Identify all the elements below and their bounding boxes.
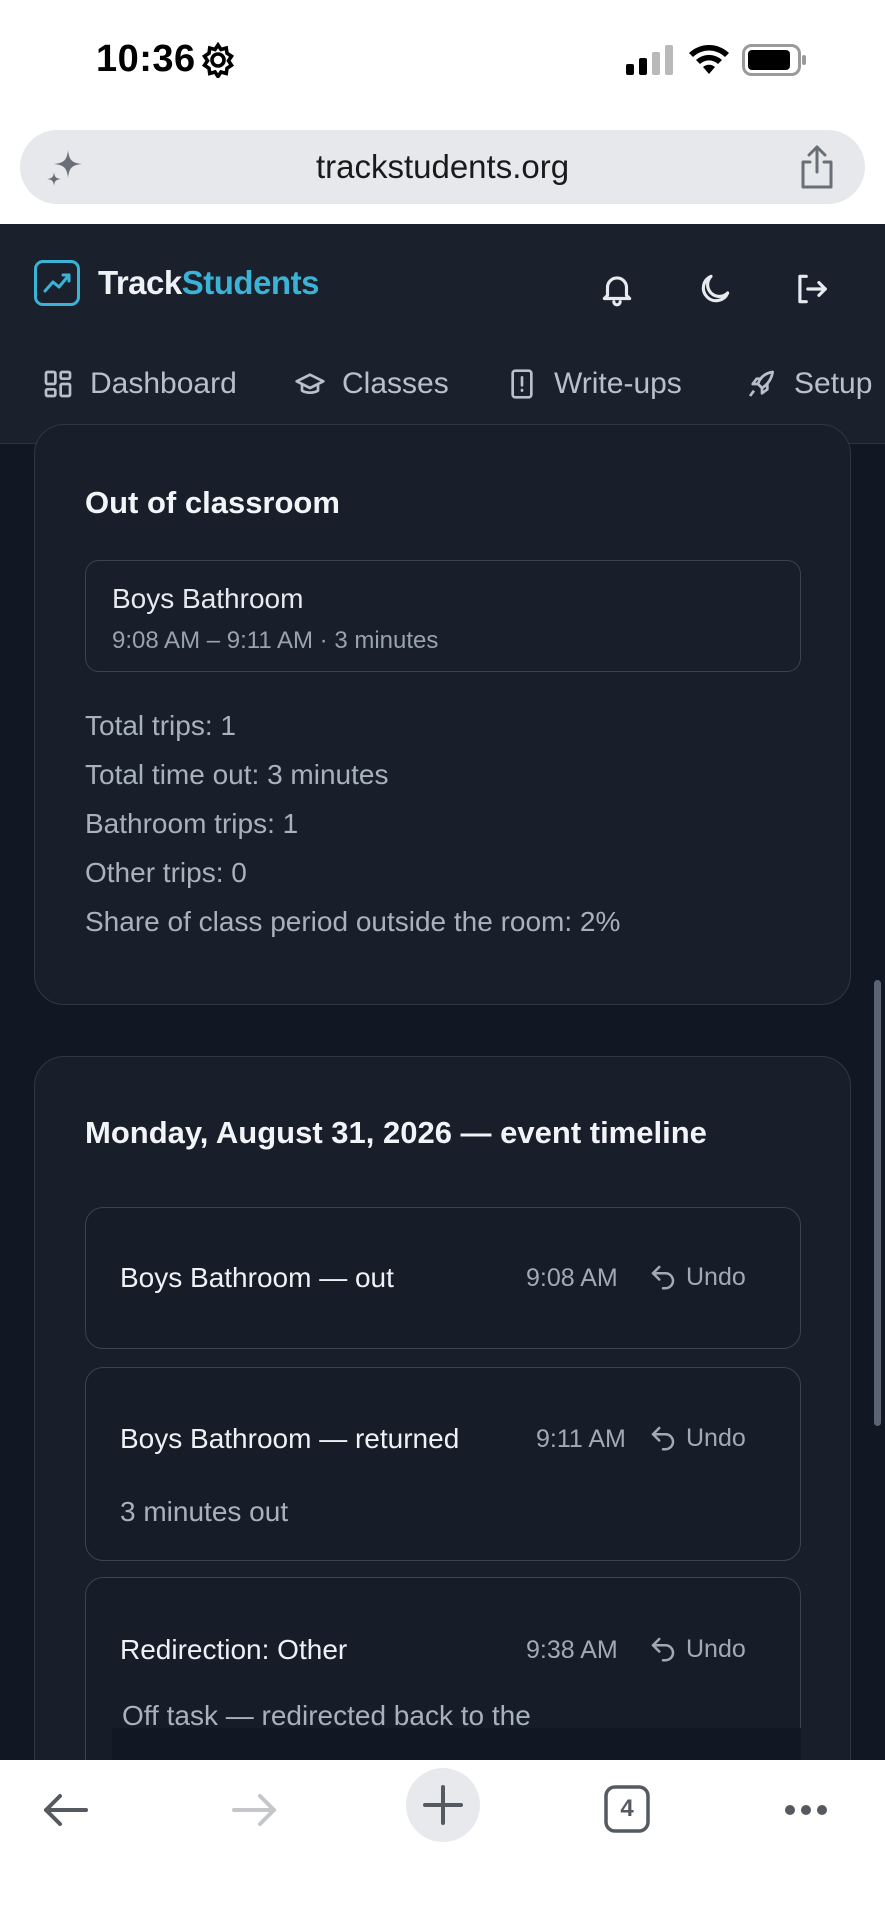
brand-accent: Students [181, 264, 320, 301]
gear-icon [202, 42, 234, 78]
stat-total-time: Total time out: 3 minutes [85, 759, 389, 790]
event-time: 9:08 AM [526, 1264, 618, 1292]
undo-button[interactable]: Undo [648, 1262, 746, 1292]
event-title: Redirection: Other [120, 1634, 348, 1665]
wifi-icon [689, 45, 729, 74]
undo-icon [651, 1637, 675, 1662]
undo-button[interactable]: Undo [648, 1634, 746, 1664]
address-bar[interactable]: trackstudents.org [20, 130, 865, 204]
undo-label: Undo [686, 1262, 746, 1291]
trending-chart-icon [43, 273, 71, 293]
nav-label: Classes [342, 367, 449, 400]
rocket-icon [748, 370, 774, 397]
logout-icon[interactable] [792, 270, 830, 308]
battery-icon [742, 44, 806, 76]
nav-write-ups[interactable]: Write-ups [506, 354, 682, 414]
more-icon[interactable] [776, 1780, 836, 1840]
card-title: Monday, August 31, 2026 — event timeline [85, 1115, 707, 1150]
stat-total-trips: Total trips: 1 [85, 710, 236, 741]
undo-icon [651, 1265, 675, 1290]
status-bar: 10:36 [0, 0, 885, 120]
nav-classes[interactable]: Classes [294, 354, 449, 414]
stat-share-outside: Share of class period outside the room: … [85, 906, 621, 937]
back-icon[interactable] [36, 1780, 96, 1840]
cellular-signal-icon [626, 45, 673, 75]
nav-label: Write-ups [554, 367, 682, 400]
logo[interactable] [34, 260, 80, 306]
event-time: 9:11 AM [536, 1425, 626, 1453]
timeline-event: Boys Bathroom — out 9:08 AM Undo [85, 1207, 801, 1349]
undo-icon [651, 1426, 675, 1451]
graduation-cap-icon [295, 373, 325, 394]
event-time: 9:38 AM [526, 1636, 618, 1664]
tabs-button[interactable]: 4 [600, 1782, 654, 1836]
trip-name: Boys Bathroom [112, 583, 304, 614]
content-edge [112, 1728, 801, 1760]
alert-document-icon [511, 369, 533, 399]
timeline-event: Boys Bathroom — returned 9:11 AM Undo 3 … [85, 1367, 801, 1561]
undo-label: Undo [686, 1634, 746, 1663]
stat-other-trips: Other trips: 0 [85, 857, 247, 888]
main-nav: Dashboard Classes Write-ups Setup [0, 354, 885, 414]
bell-icon[interactable] [598, 270, 636, 308]
moon-icon[interactable] [696, 270, 734, 308]
event-note: 3 minutes out [120, 1496, 289, 1527]
new-tab-button[interactable] [406, 1768, 480, 1842]
forward-icon[interactable] [224, 1780, 284, 1840]
nav-setup[interactable]: Setup [746, 354, 872, 414]
brand-primary: Track [98, 264, 182, 301]
share-icon[interactable] [797, 144, 837, 190]
event-title: Boys Bathroom — out [120, 1262, 394, 1293]
web-app: TrackStudents Dashboard Classes Write-up… [0, 224, 885, 1760]
app-header: TrackStudents Dashboard Classes Write-up… [0, 224, 885, 444]
out-of-classroom-card: Out of classroom Boys Bathroom 9:08 AM –… [34, 424, 851, 1005]
undo-button[interactable]: Undo [648, 1423, 746, 1453]
nav-dashboard[interactable]: Dashboard [42, 354, 237, 414]
event-timeline-card: Monday, August 31, 2026 — event timeline… [34, 1056, 851, 1760]
trip-entry: Boys Bathroom 9:08 AM – 9:11 AM · 3 minu… [85, 560, 801, 672]
undo-label: Undo [686, 1423, 746, 1452]
nav-label: Dashboard [90, 367, 237, 400]
nav-label: Setup [794, 367, 873, 400]
trip-time: 9:08 AM – 9:11 AM · 3 minutes [112, 627, 439, 654]
browser-toolbar: 4 [0, 1760, 885, 1920]
dashboard-icon [44, 370, 72, 398]
clock: 10:36 [96, 38, 196, 80]
url-text[interactable]: trackstudents.org [20, 148, 865, 186]
plus-icon [423, 1785, 463, 1825]
stat-bathroom-trips: Bathroom trips: 1 [85, 808, 299, 839]
card-title: Out of classroom [85, 485, 340, 520]
brand-name[interactable]: TrackStudents [98, 264, 319, 302]
event-title: Boys Bathroom — returned [120, 1423, 460, 1454]
tab-count: 4 [620, 1795, 634, 1822]
scrollbar-thumb[interactable] [874, 980, 881, 1426]
